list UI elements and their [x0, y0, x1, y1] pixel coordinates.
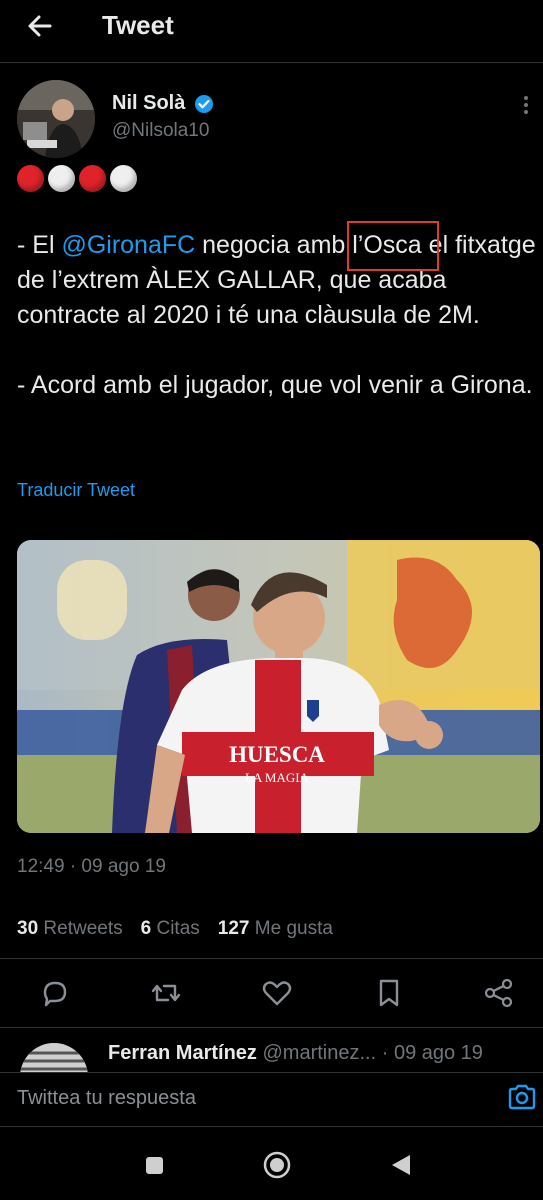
like-icon[interactable] — [259, 975, 295, 1011]
camera-icon[interactable] — [507, 1083, 537, 1111]
back-arrow-icon[interactable] — [24, 10, 56, 42]
tweet-paragraph-2: - Acord amb el jugador, que vol venir a … — [17, 371, 533, 399]
page-title: Tweet — [102, 10, 174, 40]
highlight-box — [347, 221, 439, 271]
likes-label: Me gusta — [254, 918, 333, 939]
tweet-image[interactable]: HUESCA LA MAGIA — [17, 540, 540, 833]
engagement-stats: 30 Retweets 6 Citas 127 Me gusta — [17, 918, 333, 940]
divider — [0, 1027, 543, 1028]
svg-text:LA MAGIA: LA MAGIA — [245, 770, 310, 785]
red-circle-icon — [17, 165, 44, 192]
reply-date: · 09 ago 19 — [381, 1042, 483, 1064]
retweet-icon[interactable] — [148, 975, 184, 1011]
retweets-label: Retweets — [43, 918, 123, 939]
app-header — [0, 0, 543, 63]
red-circle-icon — [79, 165, 106, 192]
reply-icon[interactable] — [37, 975, 73, 1011]
text-segment: negocia amb — [195, 231, 353, 259]
svg-text:HUESCA: HUESCA — [229, 742, 325, 767]
more-options-icon[interactable] — [518, 94, 534, 116]
reply-header: Ferran Martínez @martinez... · 09 ago 19 — [108, 1042, 538, 1065]
emoji-row — [17, 165, 137, 192]
likes-stat[interactable]: 127 Me gusta — [218, 918, 333, 940]
reply-author-handle[interactable]: @martinez... — [263, 1042, 377, 1064]
retweets-count: 30 — [17, 918, 39, 939]
white-circle-icon — [48, 165, 75, 192]
share-icon[interactable] — [481, 975, 517, 1011]
retweets-stat[interactable]: 30 Retweets — [17, 918, 123, 940]
likes-count: 127 — [217, 918, 250, 939]
reply-author-name[interactable]: Ferran Martínez — [108, 1042, 257, 1064]
quotes-count: 6 — [140, 918, 152, 939]
mention-link[interactable]: @GironaFC — [61, 231, 195, 259]
divider — [0, 958, 543, 959]
home-icon[interactable] — [263, 1151, 291, 1179]
tweet-timestamp: 12:49 · 09 ago 19 — [17, 856, 166, 877]
avatar[interactable] — [17, 80, 95, 158]
author-handle[interactable]: @Nilsola10 — [112, 120, 209, 142]
action-bar — [0, 975, 543, 1015]
bookmark-icon[interactable] — [371, 975, 407, 1011]
system-back-icon[interactable] — [390, 1153, 412, 1177]
quotes-stat[interactable]: 6 Citas — [141, 918, 200, 940]
translate-tweet-link[interactable]: Traducir Tweet — [17, 480, 135, 501]
white-circle-icon — [110, 165, 137, 192]
text-segment: - El — [17, 231, 62, 259]
recent-apps-icon[interactable] — [146, 1157, 163, 1174]
author-name[interactable]: Nil Solà — [112, 92, 185, 115]
reply-input[interactable]: Twittea tu respuesta — [17, 1087, 196, 1110]
verified-badge-icon — [195, 95, 213, 113]
tweet-paragraph-1: - El @GironaFC negocia amb l’Osca el fit… — [17, 228, 542, 333]
quotes-label: Citas — [156, 918, 200, 939]
tweet-text: - El @GironaFC negocia amb l’Osca el fit… — [17, 228, 542, 403]
